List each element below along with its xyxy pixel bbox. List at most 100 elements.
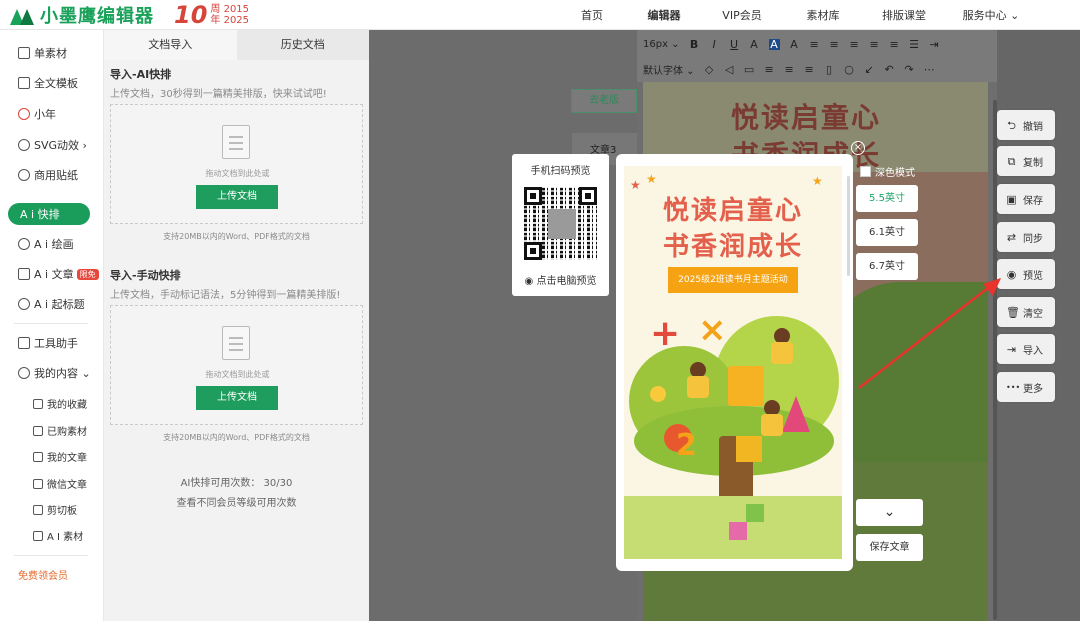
eraser-icon[interactable]: ◇	[704, 64, 715, 75]
undo-icon: ⮌	[1007, 118, 1016, 132]
main-nav: 首页 编辑器 VIP会员 素材库 排版课堂 服务中心 ⌄	[565, 0, 1045, 30]
tab-history-docs[interactable]: 历史文档	[237, 30, 370, 60]
bold-icon[interactable]: B	[689, 39, 700, 50]
kid-illustration	[771, 328, 793, 364]
manual-import-title: 导入-手动快排	[110, 269, 181, 282]
letter-spacing-icon[interactable]: ≡	[804, 64, 815, 75]
more-tools-icon[interactable]: ⋯	[924, 64, 935, 75]
anniversary-line-2: 年 2025	[210, 14, 250, 26]
undo-button[interactable]: ⮌ 撤销	[997, 110, 1055, 140]
nav-vip[interactable]: VIP会员	[709, 7, 775, 23]
size-6-1-button[interactable]: 6.1英寸	[856, 219, 918, 246]
text-effect-icon[interactable]: A	[789, 39, 800, 50]
scissors-icon	[33, 504, 43, 515]
manual-upload-button[interactable]: 上传文档	[196, 386, 278, 410]
document-icon	[222, 326, 250, 360]
collapse-button[interactable]: ⌄	[856, 499, 923, 526]
manual-dropzone[interactable]: 拖动文档到此处或 上传文档	[110, 305, 363, 425]
article-title-1: 悦读启童心	[731, 101, 882, 134]
align-center-icon[interactable]: ≡	[829, 39, 840, 50]
list-icon[interactable]: ☰	[909, 39, 920, 50]
nav-materials[interactable]: 素材库	[775, 7, 871, 23]
close-preview-icon[interactable]: ×	[851, 141, 865, 155]
old-version-button[interactable]: 去老版	[571, 89, 637, 113]
sidebar-item-ai-title[interactable]: A i 起标题	[18, 295, 85, 313]
redo-small-icon[interactable]: ↷	[904, 64, 915, 75]
eye-icon: ◉	[524, 276, 537, 287]
font-color-icon[interactable]: A	[749, 39, 760, 50]
checkbox-icon[interactable]	[860, 166, 871, 177]
indent-icon[interactable]: ≡	[889, 39, 900, 50]
sidebar-sub-favorites[interactable]: 我的收藏	[33, 396, 87, 411]
format-brush-icon[interactable]: ◁	[724, 64, 735, 75]
copy-button[interactable]: ⧉ 复制	[997, 146, 1055, 176]
title-icon	[18, 298, 30, 310]
highlight-icon[interactable]: A	[768, 39, 780, 50]
kid-illustration	[761, 400, 783, 436]
logo[interactable]: 小墨鹰编辑器	[10, 2, 154, 28]
tab-doc-import[interactable]: 文档导入	[104, 30, 237, 60]
align-justify-icon[interactable]: ≡	[869, 39, 880, 50]
sidebar-item-ai-article[interactable]: A i 文章 限免	[18, 265, 99, 283]
line-height-icon[interactable]: ≡	[764, 64, 775, 75]
sidebar-sub-clipboard[interactable]: 剪切板	[33, 502, 77, 517]
sync-button[interactable]: ⇄ 同步	[997, 222, 1055, 252]
phone-scrollbar[interactable]	[847, 176, 850, 276]
pc-preview-link[interactable]: ◉ 点击电脑预览	[512, 272, 609, 287]
paragraph-spacing-icon[interactable]: ≡	[784, 64, 795, 75]
sidebar-item-xiaonian[interactable]: 小年	[18, 105, 56, 123]
image-icon[interactable]: ▭	[744, 64, 755, 75]
sidebar-sub-wechat-articles[interactable]: 微信文章	[33, 476, 87, 491]
grid-icon	[18, 47, 30, 59]
sidebar-item-single-material[interactable]: 单素材	[18, 44, 67, 62]
bulb-icon[interactable]: ○	[844, 64, 855, 75]
ai-dropzone[interactable]: 拖动文档到此处或 上传文档	[110, 104, 363, 224]
qr-center-blur	[548, 209, 576, 239]
sidebar-item-my-content[interactable]: 我的内容 ⌄	[18, 364, 91, 382]
nav-service[interactable]: 服务中心 ⌄	[937, 7, 1045, 23]
sidebar-item-templates[interactable]: 全文模板	[18, 74, 78, 92]
nav-courses[interactable]: 排版课堂	[871, 7, 937, 23]
dark-mode-toggle[interactable]: 深色模式	[860, 164, 915, 179]
sidebar-item-ai-draw[interactable]: A i 绘画	[18, 235, 74, 253]
arrow-head	[983, 278, 1001, 296]
underline-icon[interactable]: U	[729, 39, 740, 50]
save-article-button[interactable]: 保存文章	[856, 534, 923, 561]
insert-icon[interactable]: ⇥	[929, 39, 940, 50]
qr-finder	[524, 187, 542, 205]
align-right-icon[interactable]: ≡	[849, 39, 860, 50]
left-sidebar: 单素材 全文模板 小年 SVG动效 › 商用贴纸 A i 快排 A i 绘画 A…	[0, 30, 104, 621]
sidebar-sub-ai-materials[interactable]: A I 素材	[33, 528, 83, 543]
nav-home[interactable]: 首页	[565, 7, 619, 23]
sidebar-sub-my-articles[interactable]: 我的文章	[33, 449, 87, 464]
quota-details-link[interactable]: 查看不同会员等级可用次数	[104, 494, 369, 509]
font-size-select[interactable]: 16px ⌄	[643, 39, 680, 50]
ai-upload-button[interactable]: 上传文档	[196, 185, 278, 209]
ai-support-note: 支持20MB以内的Word、PDF格式的文档	[163, 232, 310, 241]
annotation-arrow	[858, 278, 1001, 389]
undo-small-icon[interactable]: ↶	[884, 64, 895, 75]
free-vip-link[interactable]: 免费领会员	[18, 567, 68, 582]
phone-preview: ★ ★ ★ 悦读启童心 书香润成长 2025级2班读书月主题活动 + × 2	[616, 154, 853, 571]
font-family-select[interactable]: 默认字体 ⌄	[643, 62, 695, 77]
anniversary-line-1: 周 2015	[210, 3, 250, 15]
sidebar-divider	[14, 555, 88, 556]
size-5-5-button[interactable]: 5.5英寸	[856, 185, 918, 212]
link-icon[interactable]: ↙	[864, 64, 875, 75]
sidebar-sub-purchased[interactable]: 已购素材	[33, 423, 87, 438]
editor-canvas	[369, 30, 637, 621]
sidebar-item-stickers[interactable]: 商用贴纸	[18, 166, 78, 184]
qr-finder	[579, 187, 597, 205]
sidebar-item-ai-layout[interactable]: A i 快排	[8, 203, 90, 225]
plus-decoration: +	[650, 313, 681, 354]
border-icon[interactable]: ▯	[824, 64, 835, 75]
sidebar-item-tools[interactable]: 工具助手	[18, 334, 78, 352]
qr-finder	[524, 242, 542, 260]
italic-icon[interactable]: I	[709, 39, 720, 50]
drop-hint: 拖动文档到此处或	[205, 370, 270, 379]
align-left-icon[interactable]: ≡	[809, 39, 820, 50]
manual-support-note: 支持20MB以内的Word、PDF格式的文档	[163, 433, 310, 442]
save-button[interactable]: ▣ 保存	[997, 184, 1055, 214]
sidebar-item-svg[interactable]: SVG动效 ›	[18, 136, 87, 154]
nav-editor[interactable]: 编辑器	[619, 7, 709, 23]
